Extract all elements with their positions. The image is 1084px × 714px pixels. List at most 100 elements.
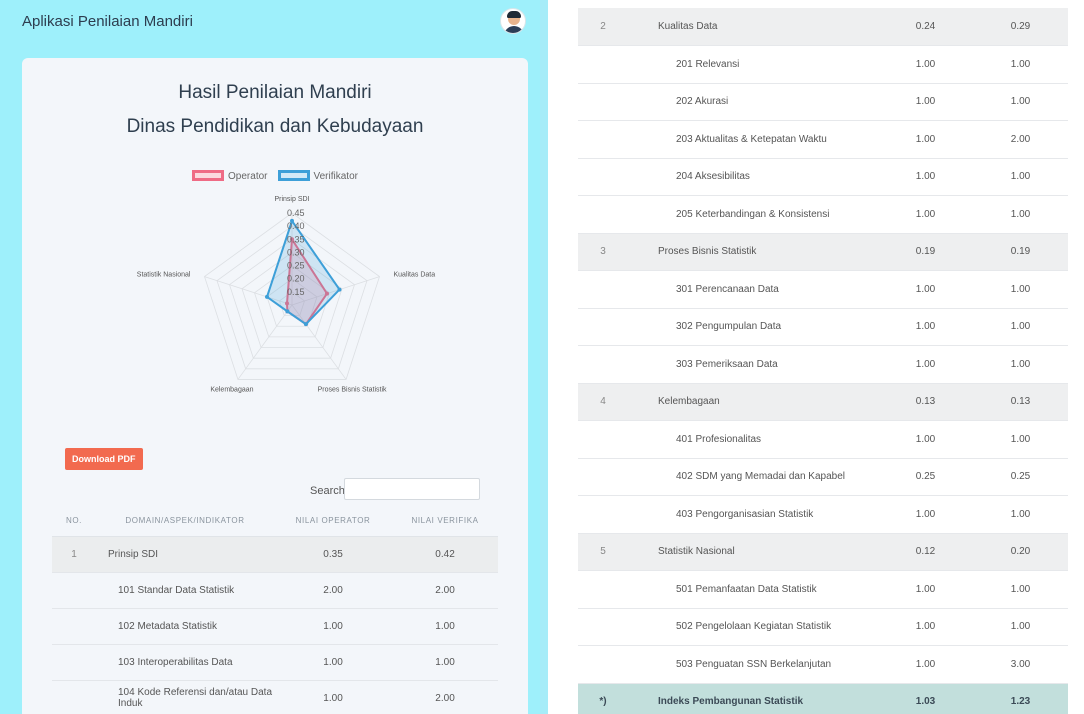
data-point[interactable]	[303, 322, 308, 327]
legend-verifikator[interactable]: Verifikator	[277, 170, 358, 182]
category-label: Prinsip SDI	[274, 196, 309, 203]
cell-no	[578, 420, 628, 459]
domain-row: 1 Prinsip SDI 0.35 0.42	[52, 536, 498, 573]
chart-legend: Operator Verifikator	[22, 170, 528, 182]
cell-op: 1.00	[878, 83, 973, 121]
col-domain[interactable]: DOMAIN/ASPEK/INDIKATOR	[96, 506, 274, 537]
report-card: Hasil Penilaian Mandiri Dinas Pendidikan…	[22, 58, 528, 714]
cell-ver: 1.00	[973, 195, 1068, 234]
cell-no	[578, 83, 628, 121]
cell-ver: 1.00	[973, 83, 1068, 121]
download-pdf-button[interactable]: Download PDF	[65, 448, 143, 470]
table-row: 401 Profesionalitas 1.00 1.00	[578, 420, 1068, 459]
cell-no	[578, 270, 628, 309]
cell-ver: 0.25	[973, 458, 1068, 496]
cell-name: 101 Standar Data Statistik	[96, 572, 274, 609]
cell-name: Proses Bisnis Statistik	[628, 233, 878, 271]
cell-no	[578, 345, 628, 384]
cell-no	[578, 608, 628, 646]
cell-name: 301 Perencanaan Data	[628, 270, 878, 309]
cell-ver: 1.00	[392, 644, 498, 681]
col-operator[interactable]: NILAI OPERATOR	[274, 506, 393, 537]
cell-name: 501 Pemanfaatan Data Statistik	[628, 570, 878, 609]
cell-op: 0.35	[274, 536, 393, 573]
panel-divider	[540, 0, 548, 714]
cell-no	[52, 608, 96, 645]
right-panel: 2 Kualitas Data 0.24 0.29 201 Relevansi 1.00 1…	[548, 0, 1084, 714]
table-row: 204 Aksesibilitas 1.00 1.00	[578, 158, 1068, 196]
cell-no: 1	[52, 536, 96, 573]
cell-name: 104 Kode Referensi dan/atau Data Induk	[96, 680, 274, 714]
cell-no	[52, 644, 96, 681]
col-no[interactable]: NO.	[52, 506, 96, 537]
cell-name: 403 Pengorganisasian Statistik	[628, 495, 878, 534]
domain-row: 2 Kualitas Data 0.24 0.29	[578, 8, 1068, 46]
domain-row: 3 Proses Bisnis Statistik 0.19 0.19	[578, 233, 1068, 271]
total-row: *) Indeks Pembangunan Statistik 1.03 1.23	[578, 683, 1068, 714]
cell-no	[52, 680, 96, 714]
cell-ver: 0.20	[973, 533, 1068, 571]
cell-no: 4	[578, 383, 628, 421]
tick-label: 0.15	[287, 287, 305, 297]
cell-no	[578, 120, 628, 159]
cell-no	[578, 570, 628, 609]
cell-ver: 1.00	[973, 608, 1068, 646]
page-subtitle: Dinas Pendidikan dan Kebudayaan	[126, 116, 424, 137]
legend-operator[interactable]: Operator	[192, 170, 268, 182]
cell-op: 1.00	[878, 308, 973, 346]
category-label: Proses Bisnis Statistik	[318, 386, 387, 393]
cell-no: 2	[578, 8, 628, 46]
cell-ver: 0.19	[973, 233, 1068, 271]
cell-no	[578, 458, 628, 496]
table-row: 403 Pengorganisasian Statistik 1.00 1.00	[578, 495, 1068, 534]
cell-op: 0.12	[878, 533, 973, 571]
cell-ver: 1.00	[973, 495, 1068, 534]
cell-name: 203 Aktualitas & Ketepatan Waktu	[628, 120, 878, 159]
cell-ver: 1.00	[973, 420, 1068, 459]
data-point[interactable]	[337, 287, 342, 292]
data-point[interactable]	[265, 294, 270, 299]
cell-ver: 0.13	[973, 383, 1068, 421]
cell-ver: 1.00	[392, 608, 498, 645]
data-point[interactable]	[285, 309, 290, 314]
table-row: 101 Standar Data Statistik 2.00 2.00	[52, 572, 498, 609]
cell-op: 1.00	[878, 495, 973, 534]
cell-no	[578, 195, 628, 234]
tick-label: 0.30	[287, 247, 305, 257]
tick-label: 0.20	[287, 274, 305, 284]
cell-op: 1.00	[878, 645, 973, 684]
cell-name: 402 SDM yang Memadai dan Kapabel	[628, 458, 878, 496]
tick-label: 0.35	[287, 234, 305, 244]
table-row: 203 Aktualitas & Ketepatan Waktu 1.00 2.00	[578, 120, 1068, 159]
app-title: Aplikasi Penilaian Mandiri	[22, 12, 193, 30]
cell-op: 1.00	[878, 345, 973, 384]
cell-name: Kualitas Data	[628, 8, 878, 46]
cell-no	[578, 45, 628, 84]
tick-label: 0.45	[287, 208, 305, 218]
cell-name: Kelembagaan	[628, 383, 878, 421]
domain-row: 4 Kelembagaan 0.13 0.13	[578, 383, 1068, 421]
cell-ver: 2.00	[973, 120, 1068, 159]
cell-op: 0.13	[878, 383, 973, 421]
cell-no	[578, 645, 628, 684]
user-avatar-icon[interactable]	[500, 8, 526, 34]
cell-name: 204 Aksesibilitas	[628, 158, 878, 196]
cell-op: 1.00	[878, 608, 973, 646]
tick-label: 0.25	[287, 261, 305, 271]
cell-op: 1.00	[878, 570, 973, 609]
table-row: 302 Pengumpulan Data 1.00 1.00	[578, 308, 1068, 346]
cell-op: 1.00	[274, 644, 393, 681]
category-label: Kelembagaan	[210, 386, 253, 393]
table-row: 503 Penguatan SSN Berkelanjutan 1.00 3.00	[578, 645, 1068, 684]
radar-chart: 0.45 0.40 0.35 0.30 0.25 0.20 0.15 Prinsip SDI K…	[137, 196, 435, 393]
table-row: 301 Perencanaan Data 1.00 1.00	[578, 270, 1068, 309]
col-verifikator[interactable]: NILAI VERIFIKA	[392, 506, 498, 537]
cell-no	[578, 158, 628, 196]
cell-no: 5	[578, 533, 628, 571]
table-row: 303 Pemeriksaan Data 1.00 1.00	[578, 345, 1068, 384]
table-row: 402 SDM yang Memadai dan Kapabel 0.25 0.25	[578, 458, 1068, 496]
search-input[interactable]	[344, 478, 480, 500]
table-row: 102 Metadata Statistik 1.00 1.00	[52, 608, 498, 645]
search-label: Search:	[310, 485, 348, 497]
cell-ver: 0.42	[392, 536, 498, 573]
